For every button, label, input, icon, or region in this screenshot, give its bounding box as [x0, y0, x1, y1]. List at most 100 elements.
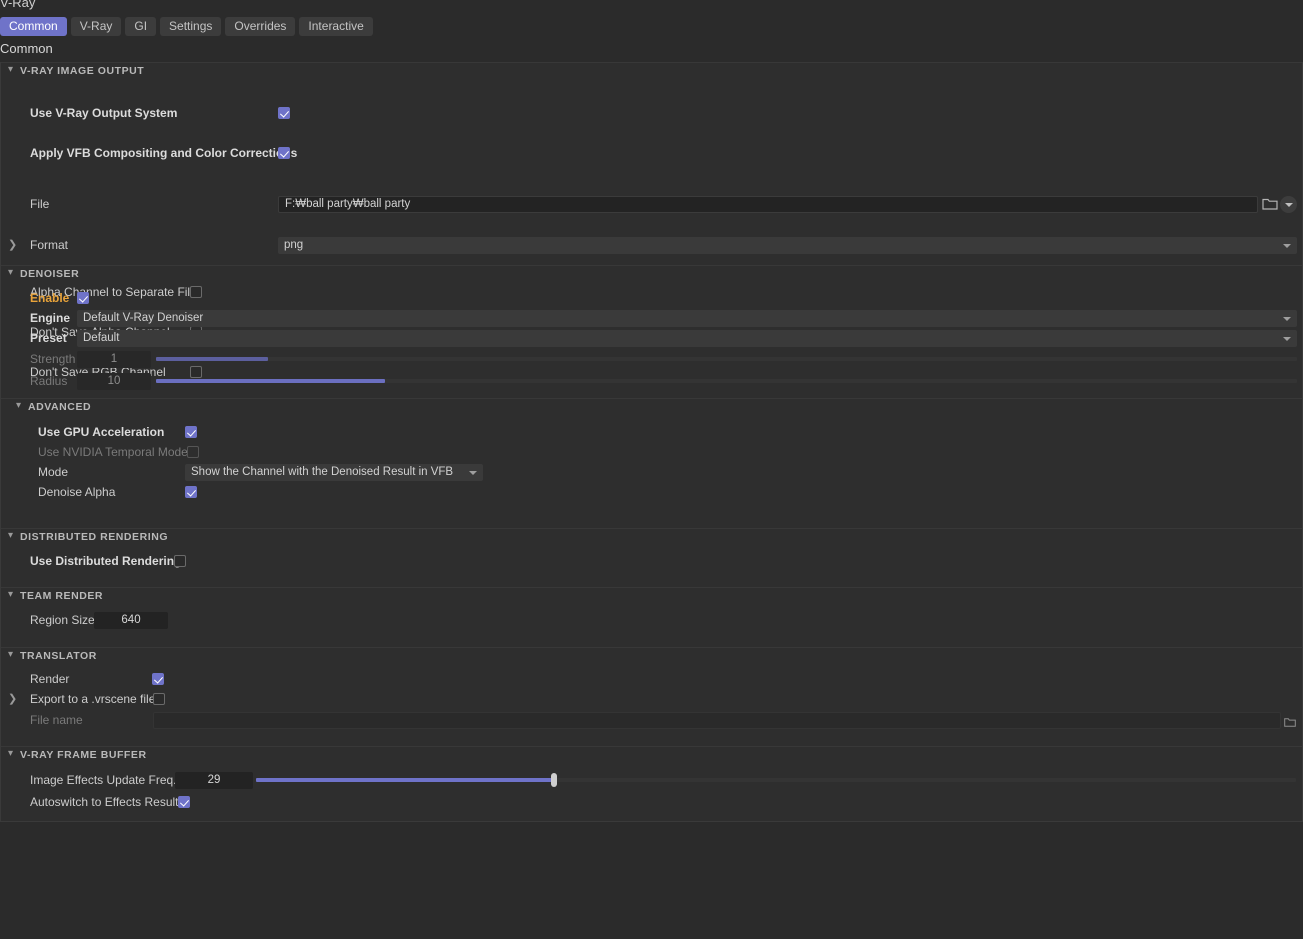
section-title: TEAM RENDER [20, 590, 104, 602]
row-denoiser-radius: Radius 10 [1, 371, 1302, 391]
section-header-image-output[interactable]: ▾ V-RAY IMAGE OUTPUT [1, 62, 1302, 79]
tab-interactive[interactable]: Interactive [299, 16, 373, 36]
vrscene-file-name-label: File name [30, 713, 83, 727]
row-denoiser-mode: Mode Show the Channel with the Denoised … [1, 462, 1302, 482]
vrscene-file-name-input[interactable] [153, 712, 1281, 729]
autoswitch-effects-checkbox[interactable] [178, 796, 190, 808]
section-header-distributed-rendering[interactable]: ▾ DISTRIBUTED RENDERING [1, 528, 1302, 545]
format-label: Format [30, 238, 69, 252]
browse-folder-icon[interactable] [1262, 197, 1278, 213]
row-denoiser-engine: Engine Default V-Ray Denoiser [1, 308, 1302, 328]
section-header-team-render[interactable]: ▾ TEAM RENDER [1, 587, 1302, 604]
row-denoiser-enable: Enable [1, 288, 1302, 308]
tab-settings[interactable]: Settings [160, 16, 222, 36]
expand-export-chevron-right-icon[interactable]: ❯ [8, 689, 17, 709]
denoiser-radius-label: Radius [30, 374, 68, 388]
denoiser-engine-label: Engine [30, 311, 71, 325]
section-title: ADVANCED [28, 401, 92, 413]
denoiser-enable-checkbox[interactable] [77, 292, 89, 304]
file-options-dropdown-button[interactable] [1280, 196, 1297, 213]
slider-fill [156, 379, 386, 383]
row-denoiser-strength: Strength 1 [1, 349, 1302, 369]
section-title: DISTRIBUTED RENDERING [20, 531, 169, 543]
format-select[interactable]: png [278, 237, 1297, 254]
nvidia-temporal-label: Use NVIDIA Temporal Mode [38, 445, 188, 459]
row-gpu-acceleration: Use GPU Acceleration [1, 422, 1302, 442]
section-header-frame-buffer[interactable]: ▾ V-RAY FRAME BUFFER [1, 746, 1302, 763]
chevron-down-icon: ▾ [8, 649, 14, 660]
translator-render-checkbox[interactable] [152, 673, 164, 685]
denoiser-preset-chevron-down-icon[interactable] [1283, 337, 1291, 341]
tab-gi[interactable]: GI [125, 16, 157, 36]
file-label: File [30, 197, 50, 211]
denoiser-preset-select[interactable]: Default [77, 330, 1297, 347]
nvidia-temporal-checkbox[interactable] [187, 446, 199, 458]
file-path-input[interactable]: F:₩ball party₩ball party [278, 196, 1258, 213]
row-translator-render: Render [1, 669, 1302, 689]
translator-render-label: Render [30, 672, 70, 686]
export-vrscene-checkbox[interactable] [153, 693, 165, 705]
autoswitch-effects-label: Autoswitch to Effects Result [30, 795, 179, 809]
denoise-alpha-label: Denoise Alpha [38, 485, 116, 499]
denoiser-radius-input[interactable]: 10 [77, 373, 151, 390]
settings-scroll-area[interactable]: ▾ V-RAY IMAGE OUTPUT Use V-Ray Output Sy… [0, 62, 1303, 822]
denoise-alpha-checkbox[interactable] [185, 486, 197, 498]
denoiser-strength-input[interactable]: 1 [77, 351, 151, 368]
format-chevron-down-icon[interactable] [1283, 244, 1291, 248]
chevron-down-icon: ▾ [8, 64, 14, 75]
denoiser-mode-select[interactable]: Show the Channel with the Denoised Resul… [185, 464, 483, 481]
use-distributed-rendering-label: Use Distributed Rendering [30, 554, 182, 568]
row-nvidia-temporal: Use NVIDIA Temporal Mode [1, 442, 1302, 462]
chevron-down-icon: ▾ [16, 400, 22, 411]
region-size-input[interactable]: 640 [94, 612, 168, 629]
tab-common[interactable]: Common [0, 16, 67, 36]
denoiser-mode-label: Mode [38, 465, 69, 479]
denoiser-radius-slider[interactable] [156, 379, 1297, 383]
slider-fill [156, 357, 268, 361]
denoiser-strength-slider[interactable] [156, 357, 1297, 361]
row-apply-vfb: Apply VFB Compositing and Color Correcti… [1, 143, 1302, 163]
chevron-down-icon: ▾ [8, 530, 14, 541]
use-output-system-label: Use V-Ray Output System [30, 106, 178, 120]
denoiser-enable-label: Enable [30, 291, 70, 305]
section-title: DENOISER [20, 268, 80, 280]
use-distributed-rendering-checkbox[interactable] [174, 555, 186, 567]
section-title: V-RAY FRAME BUFFER [20, 749, 147, 761]
vrscene-browse-folder-icon[interactable] [1284, 715, 1296, 727]
section-header-advanced[interactable]: ▾ ADVANCED [1, 398, 1302, 415]
gpu-acceleration-checkbox[interactable] [185, 426, 197, 438]
tab-vray[interactable]: V-Ray [70, 16, 122, 36]
section-header-translator[interactable]: ▾ TRANSLATOR [1, 647, 1302, 664]
use-output-system-checkbox[interactable] [278, 107, 290, 119]
row-use-distributed-rendering: Use Distributed Rendering [1, 551, 1302, 571]
denoiser-engine-chevron-down-icon[interactable] [1283, 317, 1291, 321]
region-size-label: Region Size [30, 613, 95, 627]
apply-vfb-checkbox[interactable] [278, 147, 290, 159]
expand-format-chevron-right-icon[interactable]: ❯ [8, 235, 17, 255]
image-effects-update-freq-input[interactable]: 29 [175, 772, 253, 789]
row-denoise-alpha: Denoise Alpha [1, 482, 1302, 502]
row-region-size: Region Size 640 [1, 610, 1302, 630]
chevron-down-icon: ▾ [8, 748, 14, 759]
row-denoiser-preset: Preset Default [1, 328, 1302, 348]
section-title: V-RAY IMAGE OUTPUT [20, 65, 145, 77]
apply-vfb-label: Apply VFB Compositing and Color Correcti… [30, 146, 298, 160]
chevron-down-icon: ▾ [8, 589, 14, 600]
row-vrscene-file-name: File name [1, 710, 1302, 730]
section-title: TRANSLATOR [20, 650, 97, 662]
row-image-effects-update-freq: Image Effects Update Freq. 29 [1, 770, 1302, 790]
tab-overrides[interactable]: Overrides [225, 16, 296, 36]
denoiser-mode-chevron-down-icon[interactable] [469, 471, 477, 475]
image-effects-update-freq-slider[interactable] [256, 773, 1296, 787]
image-effects-update-freq-label: Image Effects Update Freq. [30, 773, 177, 787]
denoiser-engine-select[interactable]: Default V-Ray Denoiser [77, 310, 1297, 327]
slider-handle[interactable] [551, 773, 558, 787]
gpu-acceleration-label: Use GPU Acceleration [38, 425, 165, 439]
slider-fill [256, 778, 555, 782]
tab-bar: Common V-Ray GI Settings Overrides Inter… [0, 16, 373, 36]
row-export-vrscene: ❯ Export to a .vrscene file [1, 689, 1302, 709]
export-vrscene-label: Export to a .vrscene file [30, 692, 156, 706]
row-format: ❯ Format png [1, 235, 1302, 255]
section-header-denoiser[interactable]: ▾ DENOISER [1, 265, 1302, 282]
row-autoswitch-effects: Autoswitch to Effects Result [1, 792, 1302, 812]
